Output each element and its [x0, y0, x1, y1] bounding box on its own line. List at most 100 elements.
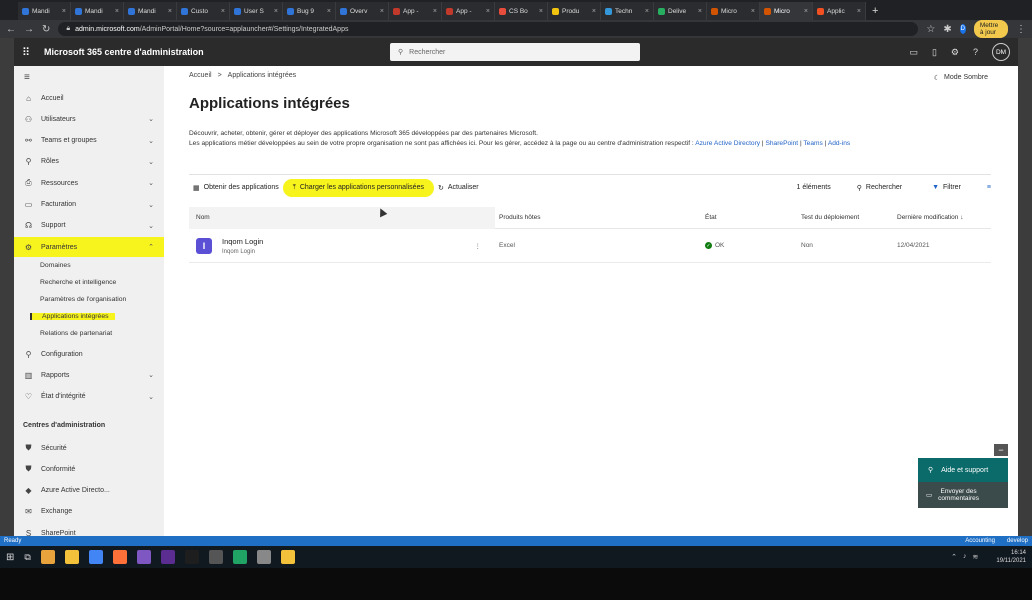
browser-tab[interactable]: Mandi ×: [18, 2, 71, 20]
sidebar-subitem[interactable]: Relations de partenariat: [40, 330, 112, 337]
extensions-icon[interactable]: ✱: [943, 24, 951, 35]
clock[interactable]: 16:14 19/11/2021: [996, 549, 1026, 565]
update-button[interactable]: Mettre à jour: [973, 20, 1008, 38]
chevron-icon[interactable]: ⌄: [148, 137, 154, 145]
chevron-icon[interactable]: ⌄: [148, 201, 154, 209]
sidebar-item[interactable]: ⌂ Accueil: [14, 88, 164, 108]
list-options-icon[interactable]: ≡: [987, 184, 991, 191]
taskbar-app-icon[interactable]: [280, 550, 295, 564]
chevron-up-icon[interactable]: ⌃: [951, 553, 957, 561]
chevron-icon[interactable]: ⌄: [148, 393, 154, 401]
table-row[interactable]: I Inqom Login Inqom Login ⋮ Excel ✓ OK N…: [189, 229, 991, 263]
column-header-status[interactable]: État: [705, 214, 801, 221]
sidebar-item[interactable]: ⛊ Conformité: [14, 459, 164, 479]
upload-custom-apps-button[interactable]: ⤒ Charger les applications personnalisée…: [282, 178, 434, 197]
sidebar-item[interactable]: ✉ Exchange: [14, 502, 164, 522]
menu-dots-icon[interactable]: ⋮: [1016, 24, 1026, 35]
sidebar-item[interactable]: ▭ Facturation ⌄: [14, 195, 164, 215]
gear-icon[interactable]: ⚙: [951, 47, 959, 58]
speaker-icon[interactable]: ♪: [963, 553, 967, 561]
close-icon[interactable]: ×: [115, 8, 119, 15]
browser-tab[interactable]: Custo ×: [177, 2, 230, 20]
profile-avatar[interactable]: D: [959, 24, 966, 34]
chevron-icon[interactable]: ⌄: [148, 371, 154, 379]
close-icon[interactable]: ×: [804, 8, 808, 15]
close-icon[interactable]: ×: [380, 8, 384, 15]
browser-tab[interactable]: Micro ×: [760, 2, 813, 20]
dark-mode-toggle[interactable]: ☾ Mode Sombre: [934, 74, 988, 82]
taskbar-app-icon[interactable]: [160, 550, 175, 564]
hamburger-icon[interactable]: ≡: [24, 72, 30, 83]
browser-tab[interactable]: CS Bo ×: [495, 2, 548, 20]
forward-arrow-icon[interactable]: →: [24, 24, 34, 35]
sidebar-item[interactable]: S SharePoint: [14, 523, 164, 536]
chevron-icon[interactable]: ⌄: [148, 179, 154, 187]
help-icon[interactable]: ?: [973, 47, 978, 57]
url-input[interactable]: 🔒︎ admin.microsoft.com/AdminPortal/Home?…: [58, 22, 919, 36]
close-icon[interactable]: ×: [592, 8, 596, 15]
taskbar-app-icon[interactable]: [184, 550, 199, 564]
chevron-icon[interactable]: ⌄: [148, 158, 154, 166]
wifi-icon[interactable]: ≋: [973, 553, 979, 561]
help-support-button[interactable]: ⚲ Aide et support: [918, 458, 1008, 482]
close-icon[interactable]: ×: [274, 8, 278, 15]
minimize-help-button[interactable]: −: [994, 444, 1008, 456]
get-apps-button[interactable]: ▦ Obtenir des applications: [189, 184, 283, 192]
taskbar-app-icon[interactable]: [232, 550, 247, 564]
close-icon[interactable]: ×: [221, 8, 225, 15]
chevron-icon[interactable]: ⌃: [148, 243, 154, 251]
taskbar-app-icon[interactable]: [208, 550, 223, 564]
star-icon[interactable]: ☆: [926, 24, 935, 35]
more-options-icon[interactable]: ⋮: [475, 242, 482, 250]
app-name[interactable]: Inqom Login: [222, 237, 263, 246]
browser-tab[interactable]: Mandi ×: [124, 2, 177, 20]
chevron-icon[interactable]: ⌄: [148, 115, 154, 123]
taskbar-app-icon[interactable]: [40, 550, 55, 564]
sidebar-subitem[interactable]: Domaines: [40, 262, 71, 269]
column-header-name[interactable]: Nom: [189, 206, 495, 229]
reload-icon[interactable]: ↻: [42, 24, 50, 35]
new-tab-button[interactable]: +: [866, 2, 884, 20]
browser-tab[interactable]: Bug 9 ×: [283, 2, 336, 20]
sidebar-item[interactable]: ⎙ Ressources ⌄: [14, 173, 164, 193]
column-header-host[interactable]: Produits hôtes: [495, 214, 705, 221]
column-header-modified[interactable]: Dernière modification ↓: [897, 214, 991, 221]
sidebar-item[interactable]: ⚇ Utilisateurs ⌄: [14, 109, 164, 129]
browser-tab[interactable]: Techn ×: [601, 2, 654, 20]
search-input[interactable]: ⚲ Rechercher: [390, 43, 640, 61]
sidebar-subitem[interactable]: Applications intégrées: [30, 313, 115, 320]
feedback-button[interactable]: ▭ Envoyer des commentaires: [918, 482, 1008, 508]
link-teams[interactable]: Teams: [803, 140, 822, 147]
chevron-icon[interactable]: ⌄: [148, 222, 154, 230]
close-icon[interactable]: ×: [645, 8, 649, 15]
close-icon[interactable]: ×: [857, 8, 861, 15]
sidebar-item[interactable]: ◆ Azure Active Directo...: [14, 481, 164, 501]
close-icon[interactable]: ×: [168, 8, 172, 15]
refresh-button[interactable]: ↻ Actualiser: [434, 184, 483, 192]
close-icon[interactable]: ×: [433, 8, 437, 15]
sidebar-item[interactable]: ☊ Support ⌄: [14, 216, 164, 236]
browser-tab[interactable]: Applic ×: [813, 2, 866, 20]
link-add-ins[interactable]: Add-ins: [828, 140, 850, 147]
browser-tab[interactable]: App - ×: [389, 2, 442, 20]
sidebar-item[interactable]: ▥ Rapports ⌄: [14, 365, 164, 385]
close-icon[interactable]: ×: [62, 8, 66, 15]
close-icon[interactable]: ×: [751, 8, 755, 15]
status-branch[interactable]: develop: [1007, 538, 1028, 544]
filter-button[interactable]: ▼ Filtrer: [928, 184, 965, 191]
column-header-test[interactable]: Test du déploiement: [801, 214, 897, 221]
taskbar-app-icon[interactable]: [88, 550, 103, 564]
status-account[interactable]: Accounting: [965, 538, 995, 544]
sidebar-subitem[interactable]: Recherche et intelligence: [40, 279, 116, 286]
taskbar-app-icon[interactable]: [64, 550, 79, 564]
browser-tab[interactable]: Delive ×: [654, 2, 707, 20]
screen-icon[interactable]: ▭: [909, 47, 918, 58]
sidebar-item[interactable]: ⛊ Sécurité: [14, 438, 164, 458]
mobile-icon[interactable]: ▯: [932, 47, 937, 58]
browser-tab[interactable]: Overv ×: [336, 2, 389, 20]
close-icon[interactable]: ×: [327, 8, 331, 15]
close-icon[interactable]: ×: [698, 8, 702, 15]
sidebar-item[interactable]: ♡ État d'intégrité ⌄: [14, 387, 164, 407]
browser-tab[interactable]: User S ×: [230, 2, 283, 20]
taskbar-app-icon[interactable]: [256, 550, 271, 564]
